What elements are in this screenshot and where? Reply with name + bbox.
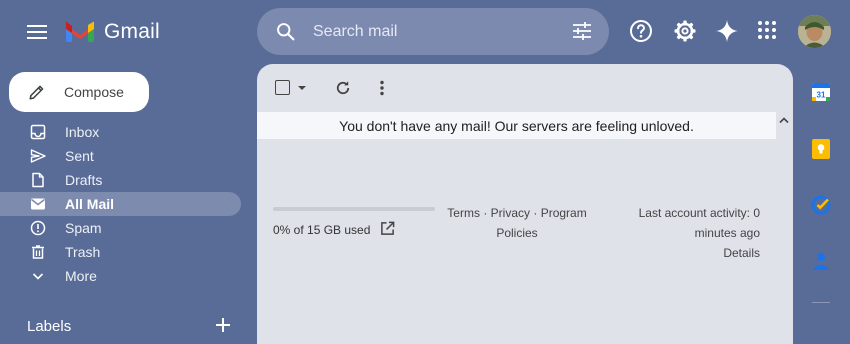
spam-icon [30, 220, 46, 236]
labels-heading: Labels [27, 318, 72, 335]
search-input[interactable] [311, 20, 555, 44]
side-app-keep[interactable] [809, 137, 833, 161]
avatar-image [798, 15, 831, 48]
terms-link[interactable]: Terms [447, 206, 480, 220]
app-title: Gmail [104, 20, 160, 43]
nav-item-inbox[interactable]: Inbox [0, 120, 241, 144]
trash-icon [32, 245, 44, 259]
settings-icon [674, 20, 696, 42]
account-activity: Last account activity: 0 minutes ago Det… [612, 203, 760, 263]
apps-grid-icon [758, 21, 776, 39]
storage-usage-text: 0% of 15 GB used [273, 223, 371, 237]
nav-item-sent[interactable]: Sent [0, 144, 241, 168]
tasks-icon [811, 195, 831, 215]
calendar-icon: 31 [812, 83, 830, 101]
side-app-calendar[interactable]: 31 [809, 80, 833, 104]
side-app-contacts[interactable] [809, 249, 833, 273]
privacy-link[interactable]: Privacy [491, 206, 530, 220]
nav-item-spam[interactable]: Spam [0, 216, 241, 240]
activity-details-link[interactable]: Details [612, 243, 760, 263]
calendar-badge: 31 [817, 91, 826, 100]
nav-item-label: Inbox [65, 124, 100, 140]
side-panel-divider [812, 302, 830, 303]
nav-item-label: Sent [65, 148, 94, 164]
settings-button[interactable] [673, 19, 697, 43]
more-options-button[interactable] [374, 79, 390, 97]
compose-label: Compose [64, 84, 124, 100]
refresh-button[interactable] [334, 79, 352, 97]
contacts-icon [813, 253, 829, 270]
nav-item-label: Trash [65, 244, 101, 260]
open-external-icon [381, 221, 395, 235]
create-label-button[interactable] [214, 316, 232, 334]
side-app-tasks[interactable] [809, 193, 833, 217]
search-icon[interactable] [275, 21, 296, 42]
more-vert-icon [380, 80, 384, 96]
account-avatar[interactable] [798, 15, 831, 48]
last-activity-text: Last account activity: 0 minutes ago [638, 206, 760, 240]
menu-icon [27, 25, 47, 39]
refresh-icon [336, 81, 350, 95]
nav-item-trash[interactable]: Trash [0, 240, 241, 264]
nav-item-label: More [65, 268, 97, 284]
footer-separator: · [483, 206, 488, 220]
empty-mailbox-message: You don't have any mail! Our servers are… [339, 118, 694, 134]
nav-item-label: All Mail [65, 196, 115, 212]
scroll-up-arrow[interactable] [778, 115, 790, 125]
gmail-m-icon [66, 21, 94, 42]
compose-button[interactable]: Compose [9, 72, 149, 112]
gmail-logo[interactable]: Gmail [64, 20, 160, 44]
inbox-icon [30, 124, 46, 140]
draft-icon [32, 172, 44, 188]
nav-item-all-mail[interactable]: All Mail [0, 192, 241, 216]
search-bar[interactable] [257, 8, 609, 55]
manage-storage-link[interactable] [380, 221, 395, 236]
help-icon [630, 20, 652, 42]
mail-icon [31, 198, 45, 210]
select-all-checkbox[interactable] [275, 80, 290, 95]
gemini-button[interactable] [715, 19, 739, 43]
gemini-icon [716, 20, 738, 42]
caret-down-icon [298, 86, 306, 90]
select-options-dropdown[interactable] [297, 84, 307, 92]
keep-icon [812, 139, 830, 159]
chevron-down-icon [32, 273, 44, 280]
nav-item-label: Spam [65, 220, 102, 236]
footer-links: Terms · Privacy · Program Policies [440, 203, 594, 243]
footer-separator: · [533, 206, 538, 220]
nav-item-more[interactable]: More [0, 264, 241, 288]
plus-icon [216, 318, 230, 332]
nav-item-label: Drafts [65, 172, 103, 188]
chevron-up-icon [779, 117, 789, 124]
tune-icon[interactable] [571, 21, 593, 41]
send-icon [30, 149, 46, 163]
nav-item-drafts[interactable]: Drafts [0, 168, 241, 192]
pencil-icon [29, 85, 44, 100]
main-menu-button[interactable] [26, 22, 48, 42]
google-apps-button[interactable] [756, 19, 780, 43]
storage-usage-bar [273, 207, 435, 211]
help-button[interactable] [629, 19, 653, 43]
